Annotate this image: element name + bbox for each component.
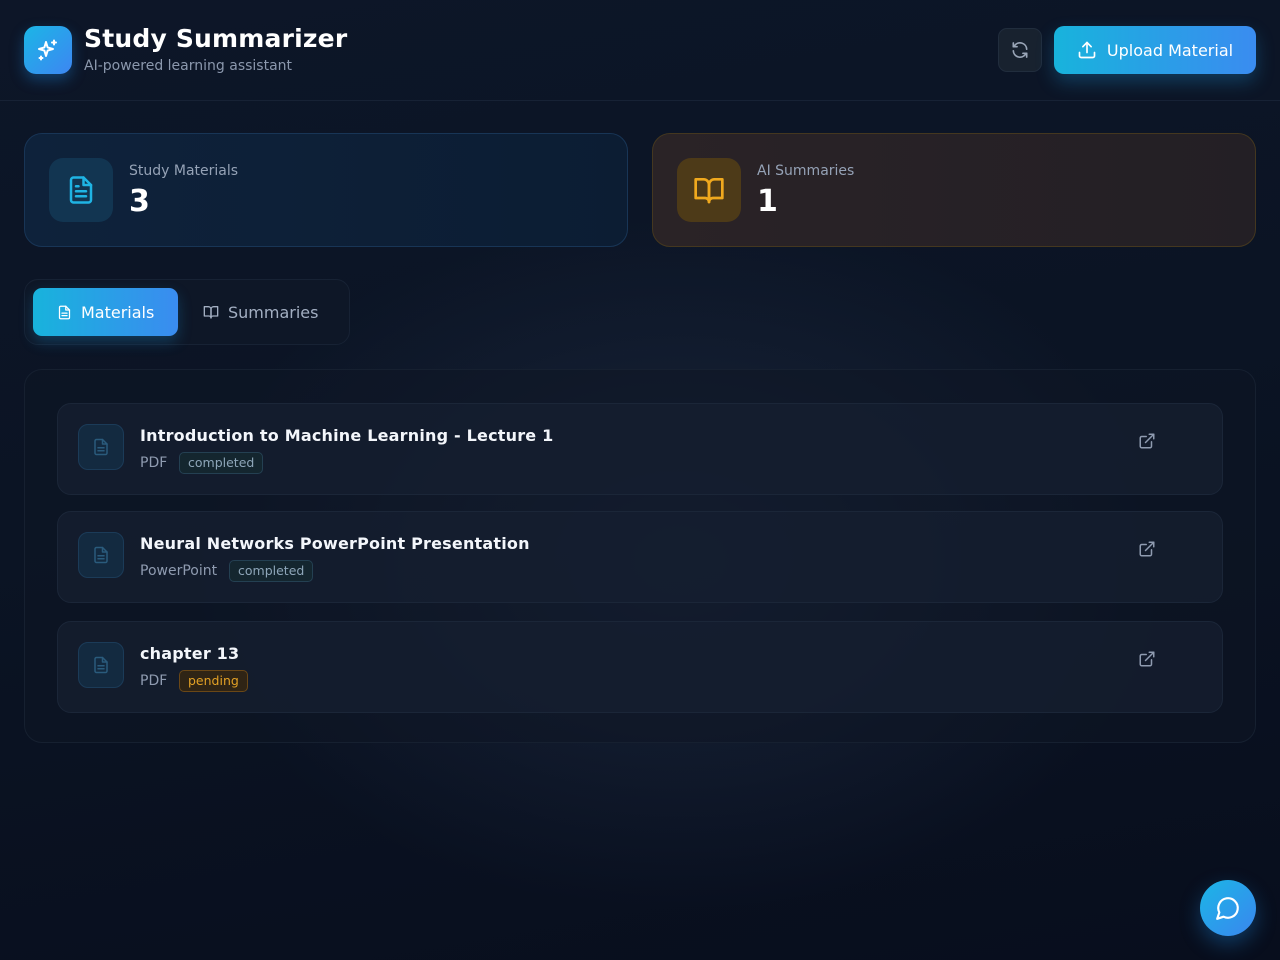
material-title: Neural Networks PowerPoint Presentation bbox=[140, 534, 530, 553]
message-circle-icon bbox=[1216, 897, 1239, 920]
file-text-icon bbox=[69, 176, 93, 204]
study-materials-card: Study Materials 3 bbox=[24, 133, 628, 247]
external-link-icon[interactable] bbox=[1138, 432, 1156, 450]
app-title: Study Summarizer bbox=[84, 24, 348, 53]
status-badge: pending bbox=[179, 670, 248, 692]
study-materials-icon-box bbox=[49, 158, 113, 222]
book-open-icon bbox=[203, 306, 219, 319]
material-title: chapter 13 bbox=[140, 644, 240, 663]
upload-material-label: Upload Material bbox=[1106, 40, 1234, 60]
upload-material-button[interactable]: Upload Material bbox=[1054, 26, 1256, 74]
material-title: Introduction to Machine Learning - Lectu… bbox=[140, 426, 554, 445]
material-type: PowerPoint bbox=[140, 563, 218, 579]
tab-materials-label: Materials bbox=[81, 302, 155, 322]
ai-summaries-count: 1 bbox=[757, 184, 778, 219]
material-row[interactable]: chapter 13 PDF pending bbox=[57, 621, 1223, 713]
refresh-icon bbox=[1012, 41, 1028, 59]
material-file-icon-box bbox=[78, 424, 124, 470]
external-link-icon[interactable] bbox=[1138, 650, 1156, 668]
material-file-icon-box bbox=[78, 532, 124, 578]
app-subtitle: AI-powered learning assistant bbox=[84, 58, 293, 74]
view-tabs: Materials Summaries bbox=[24, 279, 350, 345]
material-type: PDF bbox=[140, 455, 168, 471]
tab-materials[interactable]: Materials bbox=[33, 288, 178, 336]
app-header: Study Summarizer AI-powered learning ass… bbox=[0, 0, 1280, 101]
material-row[interactable]: Neural Networks PowerPoint Presentation … bbox=[57, 511, 1223, 603]
chat-button[interactable] bbox=[1200, 880, 1256, 936]
external-link-icon[interactable] bbox=[1138, 540, 1156, 558]
tab-summaries-label: Summaries bbox=[228, 302, 319, 322]
status-badge: completed bbox=[179, 452, 264, 474]
study-materials-count: 3 bbox=[129, 184, 150, 219]
upload-icon bbox=[1078, 41, 1096, 59]
material-row[interactable]: Introduction to Machine Learning - Lectu… bbox=[57, 403, 1223, 495]
ai-summaries-label: AI Summaries bbox=[757, 163, 855, 179]
file-text-icon bbox=[94, 546, 108, 564]
app-logo bbox=[24, 26, 72, 74]
tab-summaries[interactable]: Summaries bbox=[201, 288, 341, 336]
material-file-icon-box bbox=[78, 642, 124, 688]
file-text-icon bbox=[94, 438, 108, 456]
sparkles-icon bbox=[38, 39, 57, 61]
file-text-icon bbox=[94, 656, 108, 674]
book-open-icon bbox=[694, 178, 724, 204]
ai-summaries-card: AI Summaries 1 bbox=[652, 133, 1256, 247]
materials-panel: Introduction to Machine Learning - Lectu… bbox=[24, 369, 1256, 743]
ai-summaries-icon-box bbox=[677, 158, 741, 222]
status-badge: completed bbox=[229, 560, 314, 582]
study-materials-label: Study Materials bbox=[129, 163, 239, 179]
file-text-icon bbox=[58, 305, 71, 319]
material-type: PDF bbox=[140, 673, 168, 689]
refresh-button[interactable] bbox=[998, 28, 1042, 72]
